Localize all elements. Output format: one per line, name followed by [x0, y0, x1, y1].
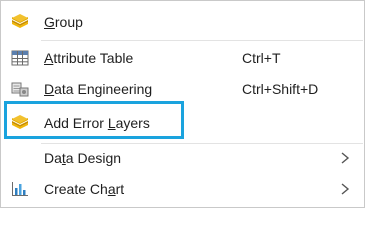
- menu-item-label: Create Chart: [44, 181, 125, 197]
- menu-item-group[interactable]: Group: [2, 7, 363, 37]
- table-icon: [11, 49, 29, 67]
- menu-item-create-chart[interactable]: Create Chart: [2, 174, 363, 204]
- menu-item-label: Data Design: [44, 150, 122, 166]
- menu-item-attribute-table[interactable]: Attribute Table Ctrl+T: [2, 43, 363, 73]
- bar-chart-icon: [11, 180, 29, 198]
- highlight-box: [4, 101, 184, 139]
- layers-icon: [11, 13, 29, 31]
- chevron-right-icon: [339, 182, 351, 196]
- data-engineering-icon: [11, 80, 29, 98]
- menu-item-label: Group: [44, 14, 83, 30]
- shortcut-text: Ctrl+Shift+D: [242, 81, 319, 97]
- menu-item-data-design[interactable]: Data Design: [2, 143, 363, 173]
- menu-item-label: Attribute Table: [44, 50, 134, 66]
- menu-item-data-engineering[interactable]: Data Engineering Ctrl+Shift+D: [2, 74, 363, 104]
- shortcut-text: Ctrl+T: [242, 50, 281, 66]
- menu-item-label: Data Engineering: [44, 81, 153, 97]
- chevron-right-icon: [339, 151, 351, 165]
- menu-separator: [41, 40, 363, 41]
- context-menu: Group Attribute Table Ctrl+T Data Engine…: [0, 0, 365, 208]
